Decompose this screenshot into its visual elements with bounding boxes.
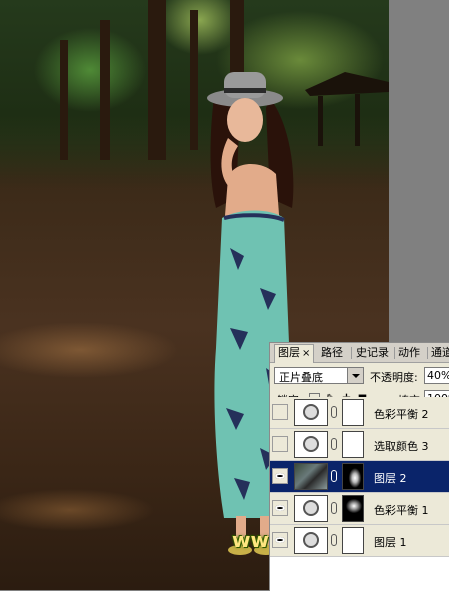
tab-divider [351,347,352,359]
link-icon[interactable] [331,470,337,482]
layer-thumbnail [294,463,328,490]
layer-row-selected[interactable]: 图层 2 [270,461,449,493]
tab-history-label: 史记录 [356,346,389,359]
tree-trunk [100,20,110,160]
tab-paths[interactable]: 路径 [318,345,346,361]
layer-row[interactable]: 选取颜色 3 [270,429,449,461]
tab-layers[interactable]: 图层 × [274,344,315,363]
tab-channels[interactable]: 通道 [428,345,449,361]
tab-actions-label: 动作 [398,346,420,359]
tab-actions[interactable]: 动作 [395,345,423,361]
link-icon[interactable] [331,438,337,450]
layer-mask-thumbnail[interactable] [342,527,364,554]
panel-tab-bar: 图层× 路径 史记录 动作 通道 [270,343,449,363]
tree-trunk [60,40,68,160]
adjustment-thumbnail [294,495,328,522]
layer-row[interactable]: 图层 1 [270,525,449,557]
layer-mask-thumbnail[interactable] [342,399,364,426]
layer-name: 图层 2 [374,472,407,485]
adjustment-thumbnail [294,399,328,426]
visibility-toggle[interactable] [272,404,288,420]
link-icon[interactable] [331,406,337,418]
link-icon[interactable] [331,534,337,546]
layer-name: 色彩平衡 1 [374,504,429,517]
eye-icon[interactable] [272,532,288,548]
visibility-toggle[interactable] [272,436,288,452]
layer-name: 图层 1 [374,536,407,549]
blend-row: 正片叠底 不透明度: 40% [273,366,449,386]
layer-name: 色彩平衡 2 [374,408,429,421]
tab-layers-label: 图层 [278,346,300,359]
blend-mode-select[interactable]: 正片叠底 [274,367,364,384]
layer-mask-thumbnail[interactable] [342,495,364,522]
layer-name: 选取颜色 3 [374,440,429,453]
layer-mask-thumbnail[interactable] [342,463,364,490]
close-icon[interactable]: × [302,348,310,359]
layer-row[interactable]: 色彩平衡 1 [270,493,449,525]
tab-history[interactable]: 史记录 [353,345,392,361]
adjustment-thumbnail [294,527,328,554]
layer-row[interactable]: 色彩平衡 2 [270,397,449,429]
opacity-input[interactable]: 40% [424,367,449,384]
opacity-label: 不透明度: [370,371,418,384]
eye-icon[interactable] [272,500,288,516]
layer-list: 色彩平衡 2 选取颜色 3 图层 2 色彩平衡 1 图层 1 [270,397,449,591]
layers-panel: 图层× 路径 史记录 动作 通道 正片叠底 不透明度: 40% 锁定: ✎ ✛ … [269,342,449,591]
pavilion-silhouette [305,72,389,146]
tree-trunk [190,10,198,150]
chevron-down-icon[interactable] [347,368,363,383]
eye-icon[interactable] [272,468,288,484]
tab-paths-label: 路径 [321,346,343,359]
tab-channels-label: 通道 [431,346,449,359]
blend-mode-value: 正片叠底 [279,371,323,384]
link-icon[interactable] [331,502,337,514]
adjustment-thumbnail [294,431,328,458]
tree-trunk [148,0,166,160]
layer-mask-thumbnail[interactable] [342,431,364,458]
